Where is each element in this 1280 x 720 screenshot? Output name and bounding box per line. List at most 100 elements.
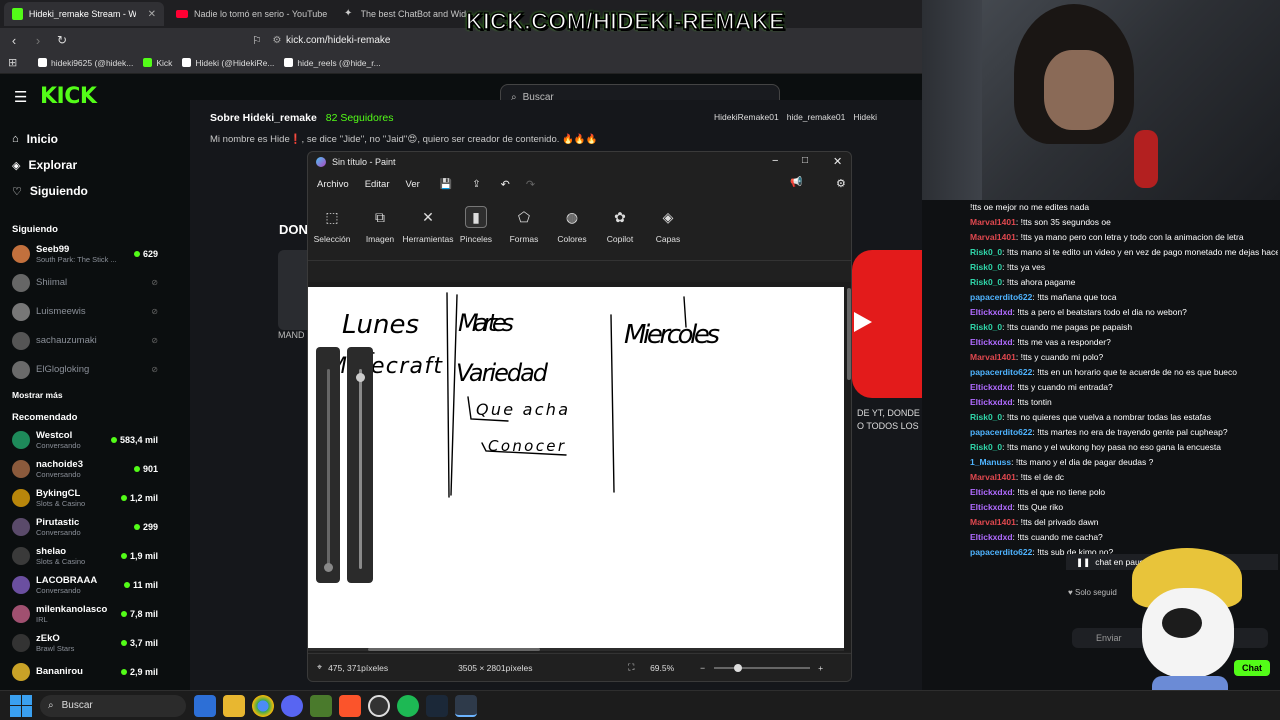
vertical-scrollbar[interactable] bbox=[847, 288, 851, 380]
reload-icon[interactable]: ↻ bbox=[48, 33, 76, 47]
chat-username[interactable]: Risk0_0 bbox=[970, 247, 1002, 257]
chat-username[interactable]: Marval1401 bbox=[970, 217, 1016, 227]
following-channel[interactable]: Seeb99 South Park: The Stick ... 629 bbox=[0, 239, 170, 268]
chat-username[interactable]: papacerdito622 bbox=[970, 427, 1032, 437]
following-channel[interactable]: ElGlogloking ⊘ bbox=[0, 355, 170, 384]
drawing-canvas[interactable]: Lunes Martes Miercoles Minecraft Varieda… bbox=[308, 287, 844, 650]
zoom-in-icon[interactable]: + bbox=[818, 663, 823, 673]
recommended-channel[interactable]: Westcol Conversando 583,4 mil bbox=[0, 425, 170, 454]
recommended-channel[interactable]: shelao Slots & Casino 1,9 mil bbox=[0, 541, 170, 570]
chat-username[interactable]: Risk0_0 bbox=[970, 322, 1002, 332]
spotify-icon[interactable] bbox=[397, 694, 419, 717]
bookmark-item[interactable]: Hideki (@HidekiRe... bbox=[182, 58, 274, 68]
chat-username[interactable]: Eltickxdxd bbox=[970, 532, 1013, 542]
chat-username[interactable]: papacerdito622 bbox=[970, 292, 1032, 302]
close-tab-icon[interactable]: ✕ bbox=[148, 9, 156, 20]
menu-icon[interactable]: ☰ bbox=[14, 88, 27, 106]
chat-username[interactable]: Marval1401 bbox=[970, 517, 1016, 527]
minecraft-icon[interactable] bbox=[310, 694, 332, 717]
ribbon-tool-tools[interactable]: ✕ Herramientas bbox=[402, 206, 453, 245]
browser-tab[interactable]: Nadie lo tomó en serio - YouTube bbox=[168, 2, 338, 26]
recommended-channel[interactable]: Bananirou 2,9 mil bbox=[0, 657, 170, 686]
recommended-channel[interactable]: zEkO Brawl Stars 3,7 mil bbox=[0, 628, 170, 657]
steam-icon[interactable] bbox=[426, 694, 448, 717]
horizontal-scrollbar[interactable] bbox=[308, 648, 844, 651]
ribbon-tool-palette[interactable]: ◍ Colores bbox=[548, 206, 596, 245]
slider-thumb[interactable] bbox=[324, 563, 333, 572]
forward-icon[interactable]: › bbox=[28, 33, 48, 48]
following-channel[interactable]: Luismeewis ⊘ bbox=[0, 297, 170, 326]
chat-username[interactable]: Marval1401 bbox=[970, 472, 1016, 482]
browser-tab[interactable]: Hideki_remake Stream - Watch l ✕ bbox=[4, 2, 164, 26]
chat-username[interactable]: papacerdito622 bbox=[970, 367, 1032, 377]
recommended-channel[interactable]: BykingCL Slots & Casino 1,2 mil bbox=[0, 483, 170, 512]
ribbon-tool-shapes[interactable]: ⬠ Formas bbox=[500, 206, 548, 245]
recommended-channel[interactable]: nachoide3 Conversando 901 bbox=[0, 454, 170, 483]
nav-explorar[interactable]: ◈ Explorar bbox=[0, 152, 170, 178]
share-icon[interactable]: ⇪ bbox=[472, 179, 480, 190]
x-link[interactable]: HidekiRemake01 bbox=[714, 112, 779, 122]
ribbon-tool-copilot[interactable]: ✿ Copilot bbox=[596, 206, 644, 245]
bookmark-item[interactable]: Kick bbox=[143, 58, 172, 68]
recommended-channel[interactable]: Pirutastic Conversando 299 bbox=[0, 512, 170, 541]
ribbon-tool-layers[interactable]: ◈ Capas bbox=[644, 206, 692, 245]
browser-tab[interactable]: ✦ The best ChatBot and Widgets bbox=[336, 2, 476, 26]
obs-icon[interactable] bbox=[368, 694, 390, 717]
taskbar-search[interactable]: ⌕ Buscar bbox=[40, 694, 186, 717]
back-icon[interactable]: ‹ bbox=[0, 33, 28, 48]
chat-username[interactable]: Eltickxdxd bbox=[970, 502, 1013, 512]
following-channel[interactable]: Shiimal ⊘ bbox=[0, 268, 170, 297]
menu-editar[interactable]: Editar bbox=[365, 179, 390, 190]
undo-icon[interactable]: ↶ bbox=[501, 178, 510, 191]
site-info-icon[interactable]: ⚙ bbox=[268, 35, 286, 46]
opacity-slider[interactable] bbox=[347, 347, 373, 583]
minimize-icon[interactable]: − bbox=[772, 155, 778, 167]
chrome-icon[interactable] bbox=[252, 694, 274, 717]
apps-icon[interactable]: ⊞ bbox=[8, 56, 28, 69]
chat-username[interactable]: Eltickxdxd bbox=[970, 397, 1013, 407]
recommended-channel[interactable]: milenkanolasco IRL 7,8 mil bbox=[0, 599, 170, 628]
bookmark-icon[interactable]: ⚐ bbox=[252, 34, 268, 47]
following-channel[interactable]: sachauzumaki ⊘ bbox=[0, 326, 170, 355]
chat-username[interactable]: Eltickxdxd bbox=[970, 382, 1013, 392]
kick-logo[interactable]: KICK bbox=[40, 84, 97, 109]
ribbon-tool-selection[interactable]: ⬚ Selección bbox=[308, 206, 356, 245]
zoom-level[interactable]: 69.5% bbox=[650, 663, 700, 673]
zoom-slider[interactable] bbox=[714, 663, 811, 672]
chat-username[interactable]: Marval1401 bbox=[970, 352, 1016, 362]
maximize-icon[interactable]: □ bbox=[802, 155, 808, 166]
slider-thumb[interactable] bbox=[356, 373, 365, 382]
nav-inicio[interactable]: ⌂ Inicio bbox=[0, 126, 170, 152]
show-more-link[interactable]: Mostrar más bbox=[0, 390, 170, 400]
chat-username[interactable]: Risk0_0 bbox=[970, 412, 1002, 422]
chat-username[interactable]: 1_Manuss bbox=[970, 457, 1011, 467]
url-field[interactable]: kick.com/hideki-remake bbox=[286, 35, 390, 46]
chat-username[interactable]: Eltickxdxd bbox=[970, 337, 1013, 347]
chat-username[interactable]: Eltickxdxd bbox=[970, 307, 1013, 317]
settings-icon[interactable]: ⚙ bbox=[836, 177, 846, 190]
ribbon-tool-brush[interactable]: ▮ Pinceles bbox=[452, 206, 500, 244]
paint-taskbar-icon[interactable] bbox=[455, 694, 477, 717]
brush-size-slider[interactable] bbox=[316, 347, 340, 583]
chat-username[interactable]: Marval1401 bbox=[970, 232, 1016, 242]
bookmark-item[interactable]: hide_reels (@hide_r... bbox=[284, 58, 381, 68]
save-icon[interactable]: 💾 bbox=[440, 179, 452, 190]
chat-username[interactable]: papacerdito622 bbox=[970, 547, 1032, 557]
redo-icon[interactable]: ↷ bbox=[526, 178, 535, 191]
ribbon-tool-image[interactable]: ⧉ Imagen bbox=[356, 206, 404, 245]
explorer-icon[interactable] bbox=[223, 694, 245, 717]
zoom-out-icon[interactable]: − bbox=[700, 663, 714, 673]
chat-username[interactable]: Eltickxdxd bbox=[970, 487, 1013, 497]
recommended-channel[interactable]: LACOBRAAA Conversando 11 mil bbox=[0, 570, 170, 599]
discord-icon[interactable] bbox=[281, 694, 303, 717]
chat-username[interactable]: Risk0_0 bbox=[970, 277, 1002, 287]
chat-username[interactable]: Risk0_0 bbox=[970, 442, 1002, 452]
instagram-link[interactable]: hide_remake01 bbox=[787, 112, 846, 122]
megaphone-icon[interactable]: 📢 bbox=[790, 177, 802, 188]
fit-icon[interactable]: ⛶ bbox=[628, 662, 650, 673]
social-link[interactable]: Hideki bbox=[853, 112, 877, 122]
brave-icon[interactable] bbox=[339, 694, 361, 717]
start-button[interactable] bbox=[10, 694, 32, 717]
chat-username[interactable]: Risk0_0 bbox=[970, 262, 1002, 272]
nav-siguiendo[interactable]: ♡ Siguiendo bbox=[0, 178, 170, 204]
